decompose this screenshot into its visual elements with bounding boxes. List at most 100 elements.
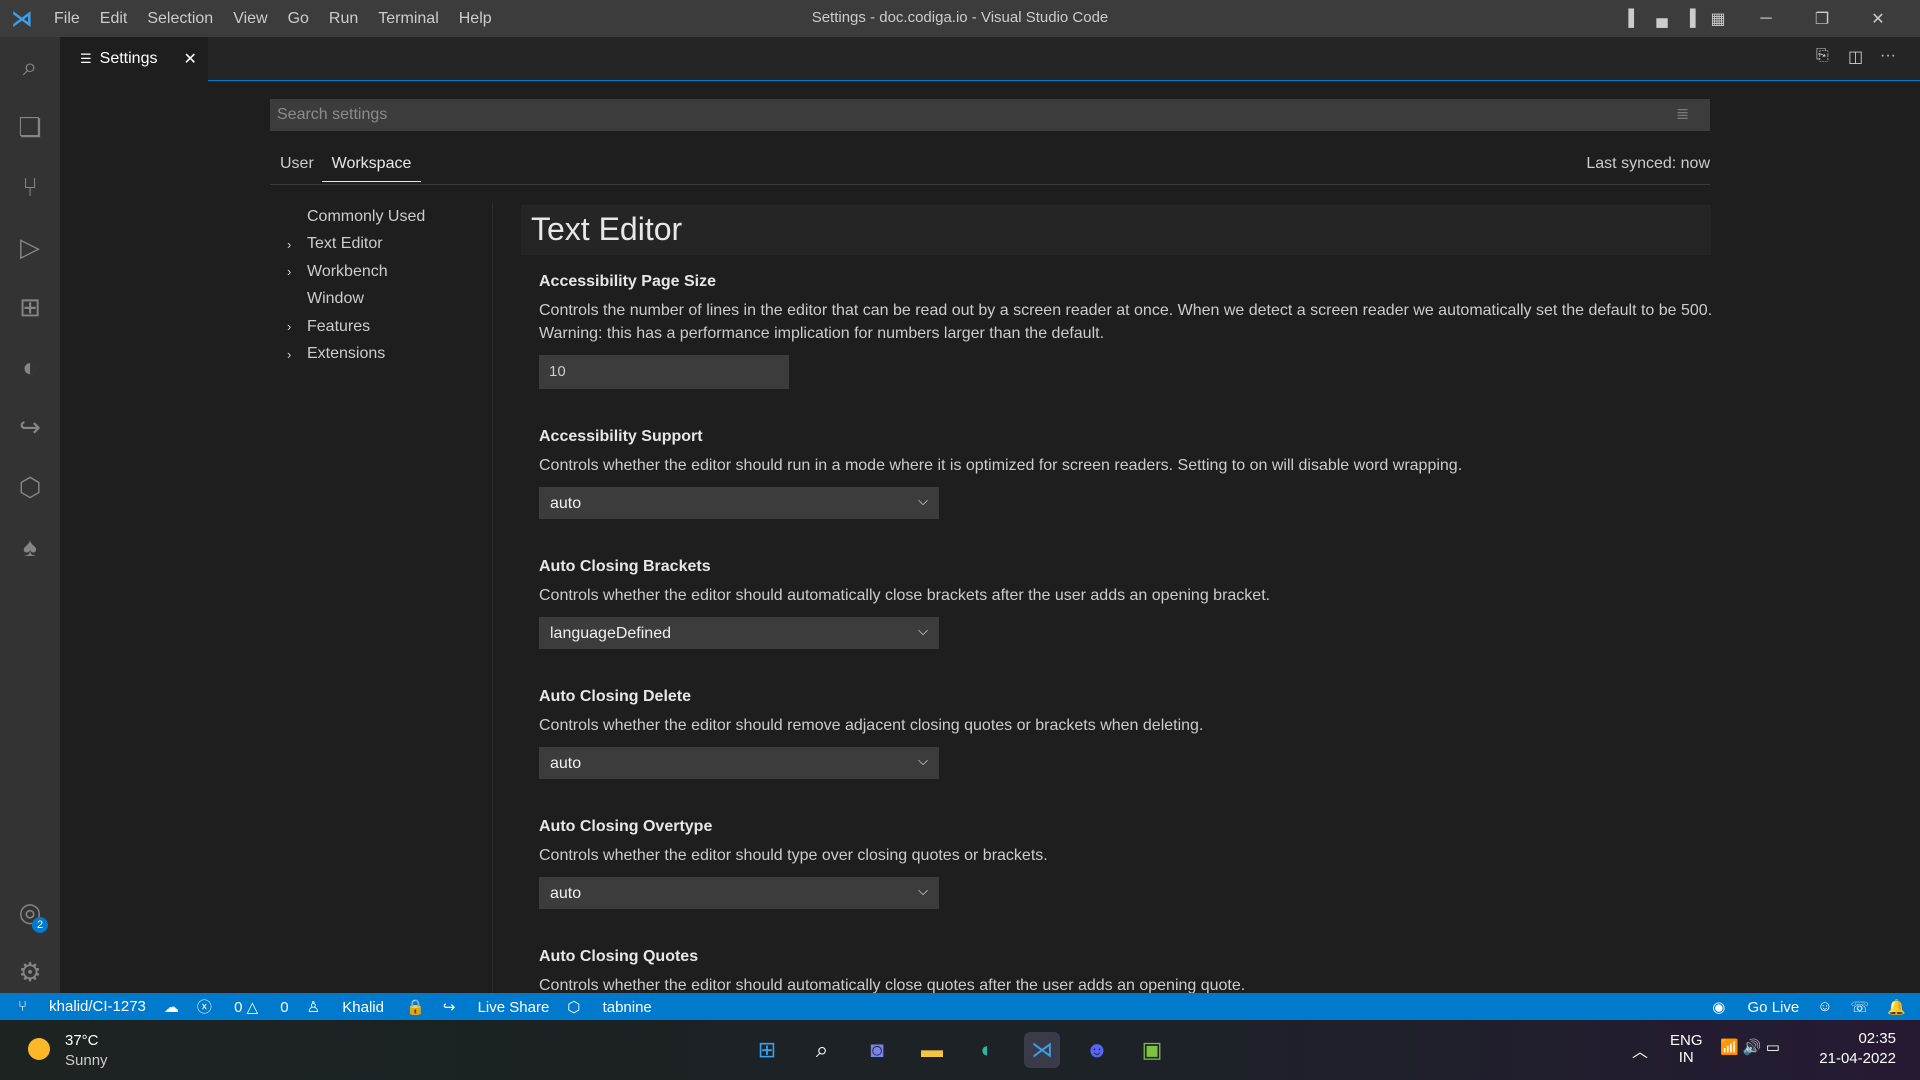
- chevron-right-icon: ›: [287, 319, 292, 335]
- page-size-input[interactable]: 10: [539, 355, 789, 389]
- label: Accessibility Support: [539, 428, 703, 445]
- vscode-taskbar-icon[interactable]: ⋊: [1024, 1032, 1060, 1068]
- feedback-icon[interactable]: ☏: [1851, 998, 1870, 1016]
- edge-browser-icon[interactable]: ◐: [969, 1032, 1005, 1068]
- language-indicator[interactable]: ENG IN: [1670, 1032, 1703, 1066]
- toc-window[interactable]: Window: [287, 286, 487, 314]
- setting-accessibility-support: Accessibility Support Controls whether t…: [539, 428, 1719, 519]
- label: Auto Closing Brackets: [539, 558, 711, 575]
- toc-features[interactable]: › Features: [287, 313, 487, 341]
- chevron-down-icon: ⌵: [918, 493, 928, 508]
- sync-cloud-icon[interactable]: ☁: [164, 998, 179, 1016]
- label: auto: [550, 885, 582, 902]
- filter-icon[interactable]: ≣: [1676, 104, 1689, 124]
- label: Auto Closing Delete: [539, 688, 692, 705]
- label: languageDefined: [550, 625, 671, 642]
- label: Features: [307, 317, 371, 335]
- accounts-icon[interactable]: ◎ 2: [0, 882, 60, 942]
- setting-auto-closing-delete: Auto Closing Delete Controls whether the…: [539, 688, 1719, 779]
- restore-button[interactable]: ❐: [1808, 9, 1836, 29]
- label: 0: [234, 999, 243, 1016]
- open-settings-json-icon[interactable]: ⎘: [1816, 47, 1829, 65]
- close-tab-icon[interactable]: ✕: [183, 49, 196, 69]
- weather-temp[interactable]: 37°C: [65, 1032, 99, 1049]
- weather-desc[interactable]: Sunny: [65, 1052, 108, 1069]
- mongodb-leaf-icon[interactable]: ♠: [0, 517, 60, 577]
- chevron-right-icon: ›: [287, 236, 292, 252]
- menu-selection[interactable]: Selection: [137, 10, 223, 28]
- settings-file-icon: ☰: [80, 51, 92, 66]
- label: Window: [307, 290, 364, 308]
- tab-bar: ☰ Settings ✕ ⎘ ◫ ···: [60, 37, 1920, 81]
- menu-go[interactable]: Go: [278, 10, 319, 28]
- android-studio-icon[interactable]: ▣: [1134, 1032, 1170, 1068]
- toc-extensions[interactable]: › Extensions: [287, 341, 487, 369]
- label: Controls whether the editor should autom…: [539, 977, 1246, 993]
- go-live-item[interactable]: ◉ Go Live: [1712, 998, 1799, 1016]
- source-control-icon[interactable]: ⑂: [0, 157, 60, 217]
- menu-run[interactable]: Run: [319, 10, 368, 28]
- battery-icon: ▭: [1765, 1039, 1780, 1056]
- split-editor-icon[interactable]: ◫: [1848, 47, 1863, 67]
- setting-auto-closing-brackets: Auto Closing Brackets Controls whether t…: [539, 558, 1719, 649]
- label: auto: [550, 495, 582, 512]
- show-hidden-icons-chevron-icon[interactable]: ︿: [1632, 1038, 1648, 1062]
- label: Auto Closing Overtype: [539, 818, 713, 835]
- live-share-item[interactable]: ↪ Live Share: [443, 998, 549, 1016]
- account-item[interactable]: ♙ Khalid 🔒: [307, 998, 425, 1016]
- auto-closing-brackets-select[interactable]: languageDefined ⌵: [539, 617, 939, 649]
- toggle-sidebar-icon[interactable]: ▌: [1620, 10, 1648, 28]
- menu-file[interactable]: File: [44, 10, 90, 28]
- tab-workspace[interactable]: Workspace: [322, 155, 421, 182]
- menu-terminal[interactable]: Terminal: [368, 10, 448, 28]
- close-window-button[interactable]: ✕: [1864, 9, 1892, 29]
- notifications-bell-icon[interactable]: 🔔: [1887, 998, 1906, 1016]
- label: ENG: [1670, 1032, 1703, 1049]
- menu-edit[interactable]: Edit: [90, 10, 138, 28]
- label: tabnine: [602, 998, 652, 1016]
- menu-help[interactable]: Help: [449, 10, 502, 28]
- auto-closing-overtype-select[interactable]: auto ⌵: [539, 877, 939, 909]
- toggle-panel-icon[interactable]: ▄: [1648, 10, 1676, 28]
- branch-item[interactable]: ⑂ khalid/CI-1273: [18, 998, 146, 1015]
- edge-icon[interactable]: ◐: [0, 337, 60, 397]
- accessibility-support-select[interactable]: auto ⌵: [539, 487, 939, 519]
- windows-start-icon[interactable]: ⊞: [749, 1032, 785, 1068]
- clock[interactable]: 02:35 21-04-2022: [1810, 1030, 1896, 1067]
- settings-content: Text Editor Accessibility Page Size Cont…: [492, 203, 1742, 993]
- customize-layout-icon[interactable]: ▦: [1704, 9, 1732, 29]
- toc-commonly-used[interactable]: Commonly Used: [287, 203, 487, 231]
- volume-icon: 🔊: [1742, 1039, 1762, 1056]
- accounts-badge: 2: [32, 917, 48, 933]
- toggle-secondary-sidebar-icon[interactable]: ▐: [1676, 10, 1704, 28]
- search-icon[interactable]: ⌕: [804, 1032, 840, 1068]
- remote-explorer-icon[interactable]: ⬡: [0, 457, 60, 517]
- toc-text-editor[interactable]: › Text Editor: [287, 231, 487, 259]
- label: Commonly Used: [307, 207, 426, 225]
- label: 0: [280, 999, 289, 1016]
- tab-user[interactable]: User: [280, 155, 314, 181]
- auto-closing-delete-select[interactable]: auto ⌵: [539, 747, 939, 779]
- search-icon[interactable]: ⌕: [0, 37, 60, 97]
- search-settings-input[interactable]: Search settings: [270, 99, 1710, 131]
- problems-item[interactable]: ⓧ 0 △ 0: [197, 996, 289, 1017]
- chevron-right-icon: ›: [287, 346, 292, 362]
- tabnine-item[interactable]: ⬡ tabnine: [567, 998, 651, 1016]
- label: Auto Closing Quotes: [539, 948, 699, 965]
- run-debug-icon[interactable]: ▷: [0, 217, 60, 277]
- discord-icon[interactable]: ☻: [1079, 1032, 1115, 1068]
- chevron-down-icon: ⌵: [918, 753, 928, 768]
- minimize-button[interactable]: ─: [1752, 10, 1780, 28]
- tab-settings[interactable]: ☰ Settings ✕: [60, 37, 208, 81]
- toc-workbench[interactable]: › Workbench: [287, 258, 487, 286]
- extensions-icon[interactable]: ⊞: [0, 277, 60, 337]
- live-share-icon[interactable]: ↪: [0, 397, 60, 457]
- copilot-icon[interactable]: ☺: [1817, 998, 1832, 1015]
- explorer-icon[interactable]: ❏: [0, 97, 60, 157]
- more-actions-icon[interactable]: ···: [1880, 47, 1896, 65]
- file-explorer-icon[interactable]: ▬: [914, 1032, 950, 1068]
- label: 02:35: [1858, 1030, 1896, 1047]
- teams-chat-icon[interactable]: ◙: [859, 1032, 895, 1068]
- label: Go Live: [1747, 998, 1800, 1016]
- menu-view[interactable]: View: [223, 10, 277, 28]
